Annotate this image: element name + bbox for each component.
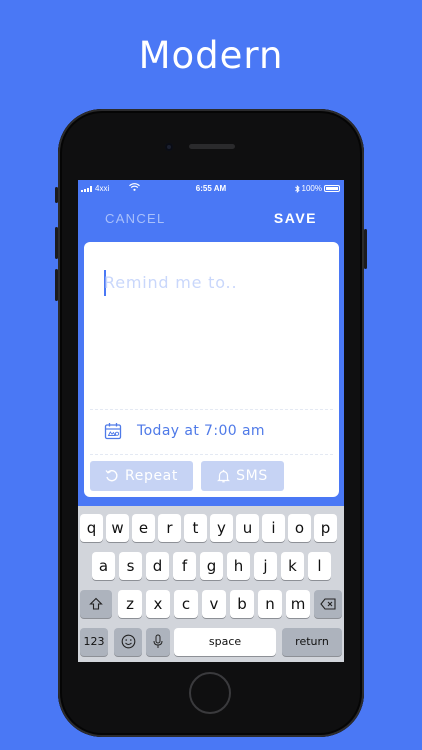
key-b[interactable]: b (230, 590, 254, 618)
key-m[interactable]: m (286, 590, 310, 618)
due-date-label: Today at 7:00 am (137, 423, 265, 439)
headline: Modern (138, 34, 284, 77)
key-v[interactable]: v (202, 590, 226, 618)
key-x[interactable]: x (146, 590, 170, 618)
save-button[interactable]: SAVE (274, 210, 317, 226)
battery-icon (324, 185, 340, 192)
divider (90, 409, 333, 410)
keyboard: q w e r t y u i o p a s d f g h j k l z … (78, 506, 344, 662)
key-y[interactable]: y (210, 514, 233, 542)
key-t[interactable]: t (184, 514, 207, 542)
front-camera (165, 143, 173, 151)
key-p[interactable]: p (314, 514, 337, 542)
bell-icon (217, 469, 231, 483)
emoji-icon (121, 634, 135, 649)
key-d[interactable]: d (146, 552, 169, 580)
divider (90, 454, 333, 455)
app-screen: 4xxi 6:55 AM 100% CANCEL SAVE Remind me … (78, 180, 344, 662)
due-date-row[interactable]: Today at 7:00 am (104, 422, 265, 440)
backspace-icon (320, 598, 336, 610)
power-button (364, 229, 367, 269)
battery-percent: 100% (301, 184, 322, 193)
key-r[interactable]: r (158, 514, 181, 542)
key-w[interactable]: w (106, 514, 129, 542)
keyboard-row-4: 123 space return (78, 628, 344, 656)
reminder-input[interactable]: Remind me to.. (104, 273, 237, 292)
key-i[interactable]: i (262, 514, 285, 542)
key-f[interactable]: f (173, 552, 196, 580)
return-key[interactable]: return (282, 628, 342, 656)
key-n[interactable]: n (258, 590, 282, 618)
shift-icon (89, 597, 103, 610)
key-c[interactable]: c (174, 590, 198, 618)
key-u[interactable]: u (236, 514, 259, 542)
volume-up-button (55, 227, 58, 259)
key-o[interactable]: o (288, 514, 311, 542)
emoji-key[interactable] (114, 628, 142, 656)
repeat-label: Repeat (125, 468, 178, 484)
status-bar: 4xxi 6:55 AM 100% (78, 180, 344, 196)
sms-label: SMS (236, 468, 268, 484)
numbers-key[interactable]: 123 (80, 628, 108, 656)
earpiece-speaker (189, 144, 235, 149)
home-button[interactable] (189, 672, 231, 714)
key-l[interactable]: l (308, 552, 331, 580)
mute-switch (55, 187, 58, 203)
microphone-icon (153, 634, 163, 648)
status-right: 100% (294, 184, 340, 193)
repeat-button[interactable]: Repeat (90, 461, 193, 491)
dictation-key[interactable] (146, 628, 170, 656)
reminder-card: Remind me to.. Today at 7:00 am Repeat S… (84, 242, 339, 497)
keyboard-row-1: q w e r t y u i o p (78, 514, 344, 542)
key-h[interactable]: h (227, 552, 250, 580)
key-e[interactable]: e (132, 514, 155, 542)
key-z[interactable]: z (118, 590, 142, 618)
key-j[interactable]: j (254, 552, 277, 580)
repeat-icon (105, 470, 118, 482)
bluetooth-icon (294, 184, 300, 193)
cancel-button[interactable]: CANCEL (105, 211, 166, 226)
space-key[interactable]: space (174, 628, 276, 656)
keyboard-row-2: a s d f g h j k l (78, 552, 344, 580)
key-q[interactable]: q (80, 514, 103, 542)
sms-button[interactable]: SMS (201, 461, 284, 491)
keyboard-row-3: z x c v b n m (78, 590, 344, 618)
key-s[interactable]: s (119, 552, 142, 580)
calendar-icon (104, 423, 122, 440)
key-g[interactable]: g (200, 552, 223, 580)
volume-down-button (55, 269, 58, 301)
key-k[interactable]: k (281, 552, 304, 580)
delete-key[interactable] (314, 590, 342, 618)
shift-key[interactable] (80, 590, 112, 618)
key-a[interactable]: a (92, 552, 115, 580)
